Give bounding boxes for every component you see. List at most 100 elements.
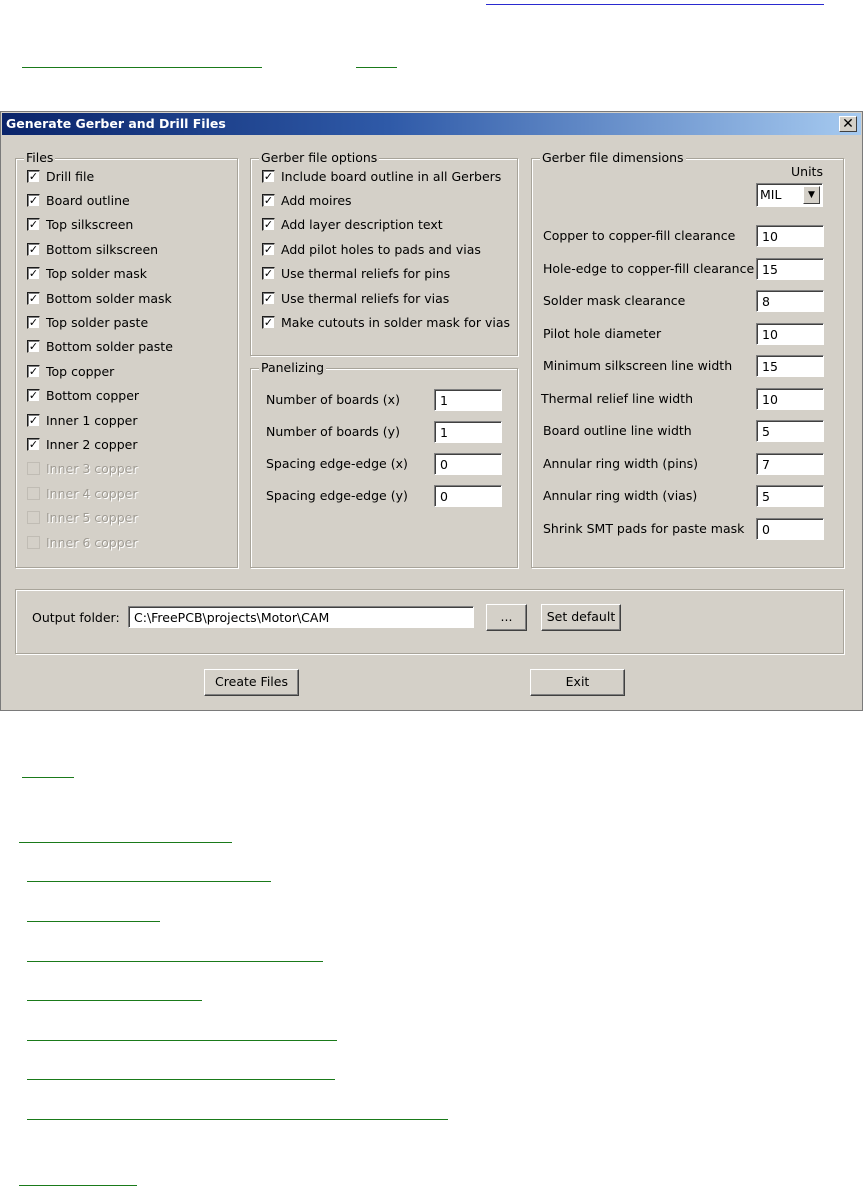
create-files-button[interactable]: Create Files: [204, 669, 299, 696]
link-underline-2[interactable]: [356, 67, 397, 68]
file-option[interactable]: ✓ Top silkscreen: [27, 215, 133, 235]
panel-field-input[interactable]: 1: [434, 421, 502, 443]
link-underline-1[interactable]: [22, 67, 262, 68]
panel-field-input[interactable]: 1: [434, 389, 502, 411]
file-option[interactable]: ✓ Inner 2 copper: [27, 434, 137, 454]
checkbox-label: Add layer description text: [281, 217, 443, 233]
checkbox-label: Top copper: [46, 363, 115, 379]
set-default-button[interactable]: Set default: [541, 604, 621, 631]
link-underline-8[interactable]: [27, 1000, 202, 1001]
dimension-field-input[interactable]: 5: [756, 485, 824, 507]
chevron-down-icon[interactable]: ▼: [803, 186, 820, 204]
file-option[interactable]: ✓ Bottom solder paste: [27, 337, 173, 357]
dimension-field-input[interactable]: 5: [756, 420, 824, 442]
files-group: Files ✓ Drill file ✓ Board outline ✓ Top silk…: [15, 150, 238, 568]
checkbox[interactable]: ✓: [27, 340, 40, 354]
panel-field-input[interactable]: 0: [434, 453, 502, 475]
file-option[interactable]: ✓ Top solder paste: [27, 312, 148, 332]
gerber-options-legend: Gerber file options: [259, 150, 380, 165]
file-option[interactable]: ✓ Bottom silkscreen: [27, 239, 158, 259]
file-option[interactable]: ✓ Bottom solder mask: [27, 288, 172, 308]
dimension-field-input[interactable]: 10: [756, 322, 824, 345]
gerber-option[interactable]: ✓ Add pilot holes to pads and vias: [262, 239, 481, 259]
checkbox[interactable]: ✓: [262, 242, 275, 256]
checkbox[interactable]: ✓: [27, 267, 40, 281]
output-folder-input[interactable]: C:\FreePCB\projects\Motor\CAM: [128, 606, 474, 628]
dimensions-group: Gerber file dimensions Units MIL ▼ Coppe…: [531, 150, 844, 568]
checkbox[interactable]: ✓: [262, 315, 275, 329]
link-underline-6[interactable]: [27, 921, 160, 922]
file-option[interactable]: ✓ Drill file: [27, 166, 94, 186]
gerber-option[interactable]: ✓ Use thermal reliefs for pins: [262, 264, 450, 284]
link-underline-9[interactable]: [27, 1040, 337, 1041]
dimension-field-label: Solder mask clearance: [543, 293, 686, 308]
checkbox[interactable]: ✓: [27, 364, 40, 378]
checkbox[interactable]: ✓: [27, 389, 40, 403]
link-underline-10[interactable]: [27, 1079, 335, 1080]
output-group: Output folder: C:\FreePCB\projects\Motor…: [15, 589, 844, 654]
browse-button[interactable]: ...: [486, 604, 527, 631]
checkbox-label: Inner 1 copper: [46, 412, 138, 428]
file-option[interactable]: ✓ Board outline: [27, 190, 130, 210]
gerber-option[interactable]: ✓ Make cutouts in solder mask for vias: [262, 312, 510, 332]
checkbox-label: Use thermal reliefs for pins: [281, 266, 451, 282]
link-underline-5[interactable]: [27, 881, 271, 882]
link-underline-12[interactable]: [19, 1185, 137, 1186]
checkbox[interactable]: ✓: [27, 193, 40, 207]
title-bar: Generate Gerber and Drill Files ✕: [2, 113, 861, 135]
file-option[interactable]: Inner 4 copper: [27, 483, 137, 503]
dimension-field-input[interactable]: 10: [756, 387, 824, 410]
checkbox[interactable]: ✓: [262, 169, 275, 183]
dimension-field-input[interactable]: 15: [756, 355, 824, 377]
file-option[interactable]: ✓ Top solder mask: [27, 264, 147, 284]
gerber-option[interactable]: ✓ Add layer description text: [262, 215, 443, 235]
checkbox-label: Include board outline in all Gerbers: [281, 168, 502, 184]
checkbox[interactable]: ✓: [27, 437, 40, 451]
checkbox[interactable]: ✓: [262, 193, 275, 207]
checkbox[interactable]: ✓: [262, 291, 275, 305]
dimension-field-input[interactable]: 7: [756, 452, 824, 475]
checkbox[interactable]: ✓: [27, 291, 40, 305]
link-underline-3[interactable]: [22, 777, 74, 778]
gerber-option[interactable]: ✓ Add moires: [262, 190, 352, 210]
checkbox[interactable]: ✓: [262, 267, 275, 281]
checkbox[interactable]: [27, 462, 40, 476]
checkbox[interactable]: ✓: [27, 169, 40, 183]
dimension-field-label: Minimum silkscreen line width: [543, 358, 733, 373]
checkbox[interactable]: ✓: [27, 413, 40, 427]
file-option[interactable]: ✓ Top copper: [27, 361, 114, 381]
checkbox[interactable]: [27, 535, 40, 549]
dimension-field-input[interactable]: 0: [756, 517, 824, 540]
dimension-field-input[interactable]: 10: [756, 225, 824, 247]
dimension-field-label: Annular ring width (pins): [543, 455, 699, 471]
checkbox-label: Bottom solder paste: [46, 339, 173, 355]
dimension-field-input[interactable]: 15: [756, 257, 824, 280]
file-option[interactable]: Inner 6 copper: [27, 532, 137, 552]
link-underline-7[interactable]: [27, 961, 323, 962]
file-option[interactable]: Inner 3 copper: [27, 459, 137, 479]
dimension-field-input[interactable]: 8: [756, 290, 824, 312]
units-select[interactable]: MIL ▼: [756, 183, 823, 207]
file-option[interactable]: ✓ Bottom copper: [27, 386, 139, 406]
top-link-underline[interactable]: [486, 4, 824, 5]
exit-button[interactable]: Exit: [530, 669, 625, 696]
gerber-option[interactable]: ✓ Include board outline in all Gerbers: [262, 166, 501, 186]
checkbox[interactable]: ✓: [27, 218, 40, 232]
checkbox-label: Bottom copper: [46, 388, 140, 404]
link-underline-11[interactable]: [27, 1119, 448, 1120]
panel-field-input[interactable]: 0: [434, 485, 502, 507]
checkbox[interactable]: ✓: [27, 242, 40, 256]
file-option[interactable]: ✓ Inner 1 copper: [27, 410, 137, 430]
gerber-options-group: Gerber file options ✓ Include board outli…: [250, 150, 518, 356]
checkbox[interactable]: ✓: [27, 315, 40, 329]
checkbox-label: Board outline: [46, 192, 130, 208]
checkbox[interactable]: [27, 486, 40, 500]
close-button[interactable]: ✕: [839, 116, 857, 132]
units-label: Units: [791, 164, 823, 179]
checkbox[interactable]: ✓: [262, 218, 275, 232]
checkbox[interactable]: [27, 511, 40, 525]
gerber-option[interactable]: ✓ Use thermal reliefs for vias: [262, 288, 449, 308]
link-underline-4[interactable]: [19, 842, 232, 843]
file-option[interactable]: Inner 5 copper: [27, 508, 137, 528]
dimension-field-label: Pilot hole diameter: [543, 325, 662, 341]
